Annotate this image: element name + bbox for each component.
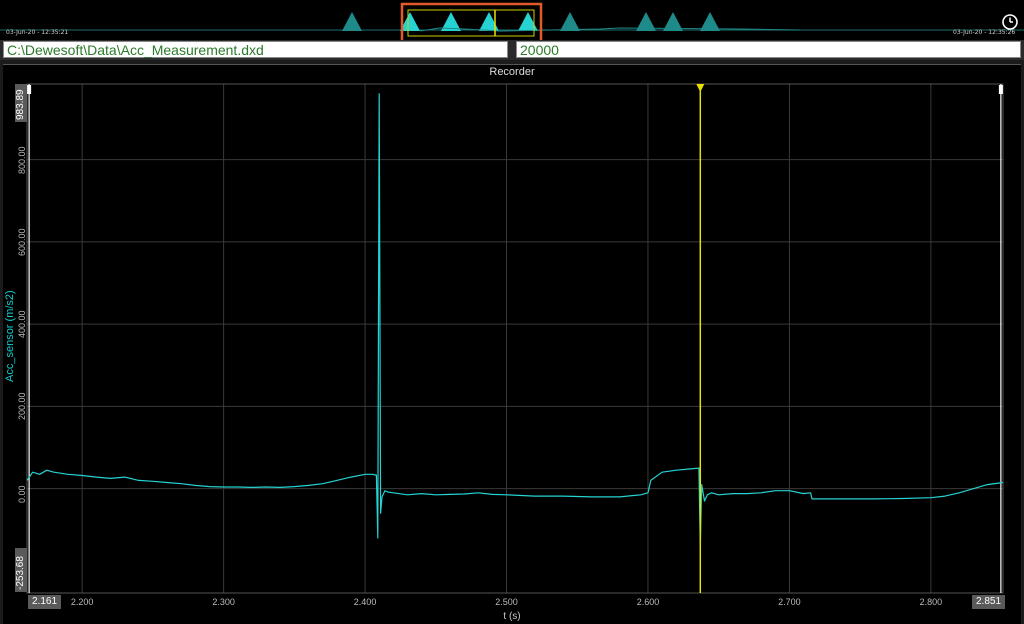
y-max-box[interactable]: 983.89	[15, 84, 27, 122]
x-tick-label: 2.500	[495, 597, 518, 607]
y-tick-label: 600.00	[17, 228, 27, 256]
y-tick-label: 200.00	[17, 392, 27, 421]
recorder-plot[interactable]	[0, 0, 1024, 623]
x-tick-label: 2.400	[353, 597, 377, 607]
y-axis-label: Acc_sensor (m/s2)	[4, 290, 16, 382]
x-tick-label: 2.200	[70, 597, 94, 607]
x-tick-label: 2.800	[919, 597, 943, 607]
plot-frame	[26, 83, 1004, 594]
signal-line	[26, 93, 1004, 547]
range-start-handle[interactable]	[27, 85, 32, 94]
y-max-label: 983.89	[15, 89, 26, 120]
y-min-label: -253.68	[15, 556, 26, 590]
x-tick-label: 2.600	[636, 597, 660, 607]
x-axis-label: t (s)	[503, 611, 521, 622]
x-start-box[interactable]: 2.161	[28, 595, 62, 609]
x-tick-label: 2.700	[778, 597, 801, 607]
y-tick-label: 400.00	[17, 310, 27, 339]
x-tick-label: 2.300	[212, 597, 235, 607]
x-end-box[interactable]: 2.851	[972, 595, 1006, 609]
range-end-handle[interactable]	[998, 85, 1003, 94]
y-tick-label: 0.00	[17, 485, 27, 503]
cursor-handle[interactable]	[696, 84, 705, 92]
y-min-box[interactable]: -253.68	[15, 548, 27, 592]
y-tick-label: 800.00	[17, 146, 27, 174]
